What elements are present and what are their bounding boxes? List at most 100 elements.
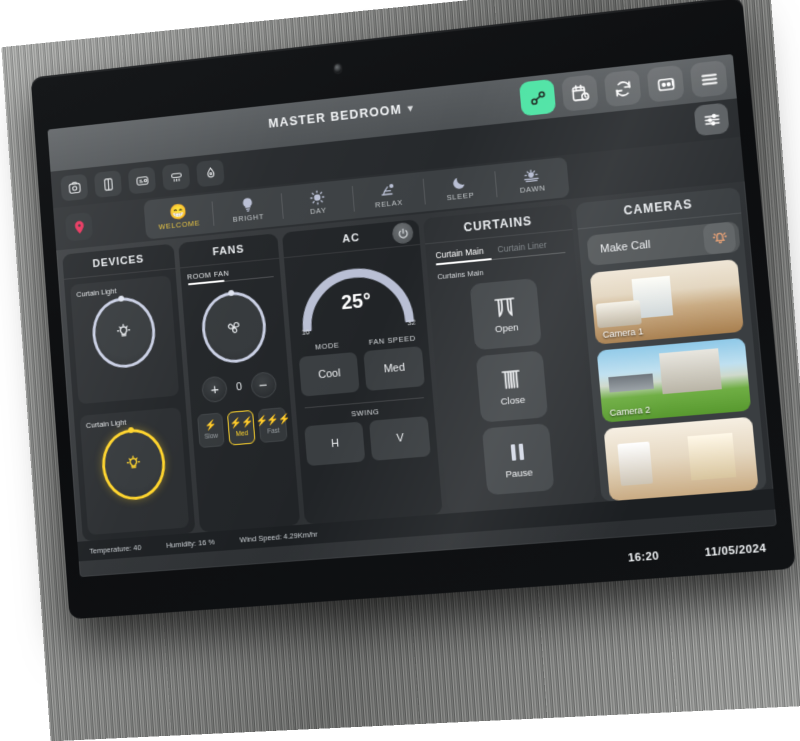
device-label: Curtain Light bbox=[76, 286, 117, 299]
fan-speed-label: Slow bbox=[204, 432, 219, 441]
scene-bright[interactable]: BRIGHT bbox=[212, 193, 285, 226]
scene-label: SLEEP bbox=[446, 190, 475, 203]
link-devices-button[interactable] bbox=[518, 78, 557, 117]
bolt-icon: ⚡⚡⚡ bbox=[255, 413, 290, 428]
ac-temp-min: 16 bbox=[301, 327, 310, 337]
ac-fanspeed-button[interactable]: Med bbox=[363, 346, 426, 392]
curtains-panel: CURTAINS Curtain Main Curtain Liner Curt… bbox=[423, 203, 597, 514]
curtain-tab-main[interactable]: Curtain Main bbox=[435, 246, 484, 261]
curtain-closed-icon bbox=[498, 366, 524, 392]
fan-dial[interactable] bbox=[199, 288, 269, 366]
camera-tile-2[interactable]: Camera 2 bbox=[596, 337, 752, 423]
light-icon bbox=[114, 323, 132, 342]
scene-sleep[interactable]: SLEEP bbox=[423, 171, 498, 205]
power-icon bbox=[399, 228, 409, 239]
fan-increase-button[interactable]: + bbox=[201, 375, 229, 404]
footer-date: 11/05/2024 bbox=[704, 542, 767, 560]
sunrise-icon bbox=[523, 167, 541, 185]
ac-swing-v-button[interactable]: V bbox=[369, 415, 432, 461]
bolt-icon: ⚡ bbox=[204, 419, 217, 432]
settings-button[interactable] bbox=[693, 102, 730, 137]
ac-mode-button[interactable]: Cool bbox=[299, 351, 361, 397]
ac-mode-group: MODE Cool bbox=[298, 339, 361, 397]
ac-temp-max: 32 bbox=[406, 317, 416, 328]
schedule-button[interactable] bbox=[561, 74, 599, 112]
camera-label: Camera 1 bbox=[602, 325, 644, 340]
weather-wind-speed: Wind Speed: 4.29Km/hr bbox=[239, 529, 318, 544]
scene-label: BRIGHT bbox=[232, 211, 265, 224]
camera-tiles: Camera 1 Camera 2 bbox=[581, 251, 767, 502]
curtain-open-icon bbox=[492, 294, 518, 320]
scene-dawn[interactable]: DAWN bbox=[495, 164, 569, 197]
camera-tile-1[interactable]: Camera 1 bbox=[590, 258, 744, 345]
ac-power-button[interactable] bbox=[391, 221, 415, 245]
ringing-bell-icon bbox=[710, 228, 729, 247]
scene-relax[interactable]: RELAX bbox=[352, 178, 426, 212]
chevron-down-icon: ▾ bbox=[407, 102, 415, 115]
curtain-close-button[interactable]: Close bbox=[475, 350, 548, 423]
panel-stage: MASTER BEDROOM ▾ 😁 WELCOME BRIGHT DAY RE… bbox=[0, 0, 800, 740]
panel-screen: MASTER BEDROOM ▾ 😁 WELCOME BRIGHT DAY RE… bbox=[47, 54, 777, 578]
scene-label: DAWN bbox=[519, 183, 546, 195]
fans-panel: FANS ROOM FAN + 0 − ⚡ Slow ⚡⚡ Med ⚡⚡⚡ Fa… bbox=[177, 233, 301, 533]
ring-bell-button[interactable] bbox=[702, 221, 737, 255]
curtain-buttons: Open Close Pause bbox=[429, 268, 596, 498]
ac-fanspeed-group: FAN SPEED Med bbox=[363, 333, 426, 392]
fan-tab-room-fan[interactable]: ROOM FAN bbox=[187, 264, 274, 282]
location-pin-icon[interactable] bbox=[64, 211, 94, 242]
automation-button[interactable] bbox=[646, 64, 685, 103]
smiley-face-emoji: 😁 bbox=[168, 202, 189, 221]
ac-fanspeed-label: FAN SPEED bbox=[368, 333, 416, 347]
moon-icon bbox=[453, 177, 466, 190]
thermostat-chip[interactable] bbox=[127, 166, 157, 195]
lightbulb-icon bbox=[242, 197, 253, 212]
menu-button[interactable] bbox=[689, 59, 729, 98]
water-sensor-chip[interactable] bbox=[196, 159, 225, 188]
camera-chip[interactable] bbox=[60, 173, 89, 202]
front-camera-dot bbox=[334, 63, 342, 74]
scene-label: WELCOME bbox=[158, 217, 201, 231]
curtain-pause-button[interactable]: Pause bbox=[481, 423, 555, 496]
fan-speed-fast[interactable]: ⚡⚡⚡ Fast bbox=[255, 407, 290, 443]
scene-day[interactable]: DAY bbox=[282, 186, 355, 219]
device-label: Curtain Light bbox=[85, 417, 127, 430]
fan-dial-wrap bbox=[182, 287, 287, 367]
door-chip[interactable] bbox=[93, 170, 123, 198]
lounge-chair-icon bbox=[379, 182, 396, 199]
cameras-panel: CAMERAS Make Call Camera 1 Camera 2 bbox=[575, 187, 768, 502]
fan-decrease-button[interactable]: − bbox=[249, 371, 277, 400]
fan-speed-slow[interactable]: ⚡ Slow bbox=[196, 412, 226, 449]
curtain-tab-liner[interactable]: Curtain Liner bbox=[497, 240, 547, 255]
sun-icon bbox=[309, 189, 326, 206]
curtain-button-label: Pause bbox=[505, 466, 534, 481]
room-selector[interactable]: MASTER BEDROOM ▾ bbox=[267, 101, 415, 131]
fan-blade-icon bbox=[225, 318, 244, 337]
scene-welcome[interactable]: 😁 WELCOME bbox=[143, 200, 215, 233]
camera-tile-3[interactable] bbox=[603, 416, 759, 502]
fan-speed-med[interactable]: ⚡⚡ Med bbox=[227, 409, 256, 446]
device-dial-off[interactable] bbox=[89, 294, 158, 371]
curtain-button-label: Open bbox=[494, 321, 519, 335]
ac-swing-h-button[interactable]: H bbox=[304, 421, 366, 467]
device-card-1[interactable]: Curtain Light bbox=[70, 275, 179, 404]
curtain-open-button[interactable]: Open bbox=[469, 278, 542, 351]
smoke-detector-chip[interactable] bbox=[161, 162, 191, 191]
weather-temperature: Temperature: 40 bbox=[89, 542, 142, 556]
fan-speed-label: Fast bbox=[267, 427, 280, 436]
sync-button[interactable] bbox=[603, 69, 642, 108]
light-icon bbox=[124, 454, 142, 473]
bolt-icon: ⚡⚡ bbox=[229, 416, 253, 430]
ac-temperature-gauge[interactable]: 25° 16 32 bbox=[294, 256, 417, 337]
make-call-label: Make Call bbox=[599, 238, 651, 256]
scene-label: RELAX bbox=[374, 197, 404, 210]
ac-panel: AC 25° 16 32 MODE Cool FAN SPEED Med SWI… bbox=[282, 219, 444, 525]
room-title-label: MASTER BEDROOM bbox=[267, 102, 403, 131]
pause-icon bbox=[510, 443, 525, 461]
footer-time: 16:20 bbox=[627, 550, 660, 565]
devices-panel: DEVICES Curtain Light Curtain Light bbox=[62, 243, 196, 542]
ac-controls: MODE Cool FAN SPEED Med bbox=[291, 332, 432, 397]
device-card-2[interactable]: Curtain Light bbox=[79, 406, 189, 536]
ac-mode-label: MODE bbox=[314, 340, 340, 352]
camera-label: Camera 2 bbox=[609, 404, 651, 418]
device-dial-on[interactable] bbox=[99, 426, 168, 502]
